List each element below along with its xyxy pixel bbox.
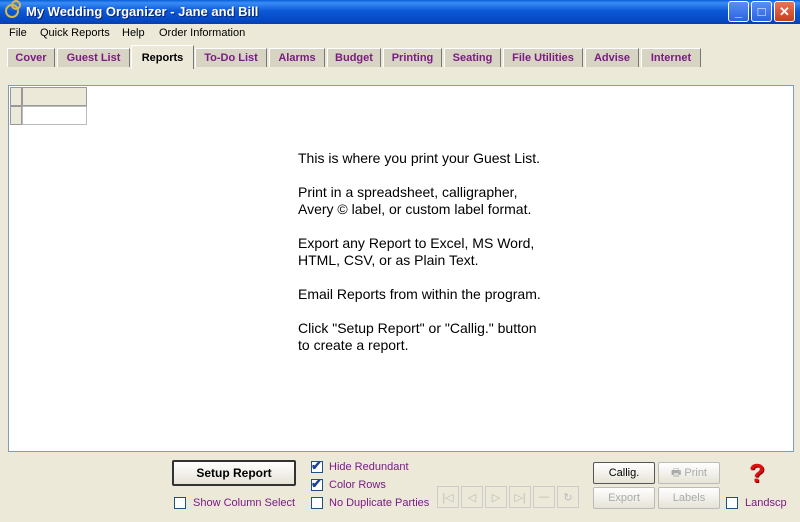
- tab-reports[interactable]: Reports: [131, 45, 194, 69]
- message-line: Click "Setup Report" or "Callig." button: [298, 320, 537, 336]
- grid-cell[interactable]: [22, 106, 87, 125]
- tab-advise[interactable]: Advise: [585, 48, 639, 67]
- callig-button[interactable]: Callig.: [593, 462, 655, 484]
- landscape-checkbox[interactable]: [726, 497, 738, 509]
- first-record-icon[interactable]: |◁: [437, 486, 459, 508]
- hide-redundant-checkbox[interactable]: ✔: [311, 458, 323, 473]
- no-duplicate-parties-label: No Duplicate Parties: [329, 497, 430, 509]
- tab-to-do-list[interactable]: To-Do List: [195, 48, 267, 67]
- menu-quick-reports[interactable]: Quick Reports: [40, 27, 110, 39]
- color-rows-label: Color Rows: [329, 479, 386, 491]
- last-record-icon[interactable]: ▷|: [509, 486, 531, 508]
- setup-report-button[interactable]: Setup Report: [172, 460, 296, 486]
- grid-corner-cell: [10, 87, 22, 106]
- title-bar: My Wedding Organizer - Jane and Bill _ □…: [0, 0, 800, 24]
- grid-column-header[interactable]: [22, 87, 87, 106]
- hide-redundant-label: Hide Redundant: [329, 461, 409, 473]
- help-question-icon[interactable]: ?: [749, 458, 765, 489]
- minimize-button[interactable]: _: [728, 1, 749, 22]
- menu-bar: File Quick Reports Help Order Informatio…: [0, 24, 800, 43]
- message-line: to create a report.: [298, 337, 409, 353]
- grid-row-header[interactable]: [10, 106, 22, 125]
- show-column-select-checkbox[interactable]: [174, 497, 186, 509]
- tab-internet[interactable]: Internet: [641, 48, 701, 67]
- tab-cover[interactable]: Cover: [7, 48, 55, 67]
- report-panel[interactable]: This is where you print your Guest List.…: [8, 85, 794, 452]
- maximize-button[interactable]: □: [751, 1, 772, 22]
- landscape-label: Landscp: [745, 497, 787, 509]
- checkmark-icon: ✔: [311, 476, 322, 491]
- message-line: Export any Report to Excel, MS Word,: [298, 235, 535, 251]
- checkmark-icon: ✔: [311, 458, 322, 473]
- menu-file[interactable]: File: [9, 27, 27, 39]
- tab-printing[interactable]: Printing: [383, 48, 442, 67]
- tab-budget[interactable]: Budget: [327, 48, 381, 67]
- message-line: This is where you print your Guest List.: [298, 150, 540, 166]
- menu-order-information[interactable]: Order Information: [159, 27, 245, 39]
- message-line: Avery © label, or custom label format.: [298, 201, 532, 217]
- tab-file-utilities[interactable]: File Utilities: [503, 48, 583, 67]
- labels-button[interactable]: Labels: [658, 487, 720, 509]
- print-button-label: Print: [684, 467, 707, 479]
- message-line: Email Reports from within the program.: [298, 286, 541, 302]
- print-button[interactable]: 🖶 Print: [658, 462, 720, 484]
- previous-record-icon[interactable]: ◁: [461, 486, 483, 508]
- app-ring-icon: [5, 0, 21, 18]
- close-button[interactable]: ✕: [774, 1, 795, 22]
- tab-alarms[interactable]: Alarms: [269, 48, 325, 67]
- export-button[interactable]: Export: [593, 487, 655, 509]
- show-column-select-label: Show Column Select: [193, 497, 296, 509]
- color-rows-checkbox[interactable]: ✔: [311, 476, 323, 491]
- next-record-icon[interactable]: ▷: [485, 486, 507, 508]
- tab-guest-list[interactable]: Guest List: [57, 48, 130, 67]
- printer-icon: 🖶: [670, 466, 682, 479]
- menu-help[interactable]: Help: [122, 27, 145, 39]
- window-title: My Wedding Organizer - Jane and Bill: [26, 4, 259, 19]
- message-line: HTML, CSV, or as Plain Text.: [298, 252, 479, 268]
- message-line: Print in a spreadsheet, calligrapher,: [298, 184, 518, 200]
- no-duplicate-parties-checkbox[interactable]: [311, 497, 323, 509]
- delete-record-icon[interactable]: —: [533, 486, 555, 508]
- tab-strip: Cover Guest List Reports To-Do List Alar…: [0, 44, 800, 69]
- refresh-icon[interactable]: ↻: [557, 486, 579, 508]
- tab-seating[interactable]: Seating: [444, 48, 501, 67]
